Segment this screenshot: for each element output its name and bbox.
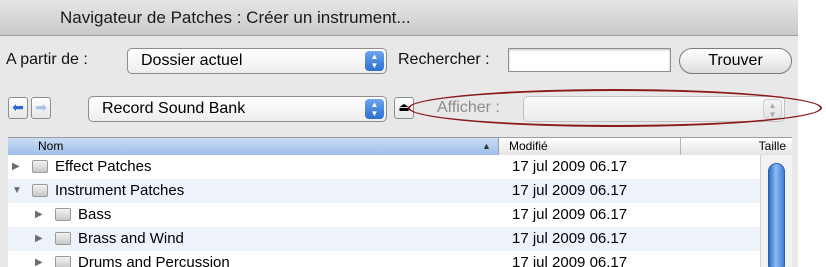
disclosure-collapsed-icon[interactable]: ▶: [35, 208, 43, 222]
search-label: Rechercher :: [398, 51, 490, 68]
list-item[interactable]: ▶ Brass and Wind 17 jul 2009 06.17: [8, 227, 760, 251]
from-popup[interactable]: Dossier actuel ▲ ▼: [127, 48, 387, 74]
forward-arrow-icon[interactable]: ➡: [31, 97, 51, 119]
back-arrow-icon[interactable]: ⬅: [8, 97, 28, 119]
sort-ascending-icon: ▲: [482, 141, 491, 151]
item-date: 17 jul 2009 06.17: [512, 206, 628, 223]
search-input[interactable]: [508, 48, 671, 72]
title-bar[interactable]: Navigateur de Patches : Créer un instrum…: [0, 0, 798, 36]
item-date: 17 jul 2009 06.17: [512, 230, 628, 247]
item-date: 17 jul 2009 06.17: [512, 254, 628, 267]
item-name: Drums and Percussion: [78, 254, 230, 267]
item-name: Instrument Patches: [55, 182, 185, 199]
list-item[interactable]: ▶ Bass 17 jul 2009 06.17: [8, 203, 760, 227]
list-item[interactable]: ▶ Drums and Percussion 17 jul 2009 06.17: [8, 251, 760, 267]
find-button[interactable]: Trouver: [679, 48, 792, 74]
from-popup-value: Dossier actuel: [141, 52, 243, 69]
list-item[interactable]: ▶ Effect Patches 17 jul 2009 06.17: [8, 155, 760, 179]
popup-stepper-icon: ▲ ▼: [365, 99, 384, 119]
popup-stepper-icon: ▲ ▼: [365, 51, 384, 71]
column-size-header[interactable]: Taille: [681, 138, 792, 155]
from-label: A partir de :: [6, 51, 88, 68]
location-popup[interactable]: Record Sound Bank ▲ ▼: [88, 96, 387, 122]
folder-icon: [32, 160, 48, 173]
folder-icon: [32, 184, 48, 197]
column-name-label: Nom: [38, 139, 64, 153]
column-modified-header[interactable]: Modifié: [499, 138, 681, 155]
annotation-oval: [408, 89, 822, 127]
folder-icon: [55, 232, 71, 245]
column-name-header[interactable]: Nom ▲: [8, 138, 499, 155]
location-popup-value: Record Sound Bank: [102, 100, 246, 117]
list-header: Nom ▲ Modifié Taille: [8, 137, 792, 156]
item-date: 17 jul 2009 06.17: [512, 158, 628, 175]
disclosure-collapsed-icon[interactable]: ▶: [12, 160, 20, 174]
disclosure-expanded-icon[interactable]: ▼: [12, 184, 22, 198]
item-date: 17 jul 2009 06.17: [512, 182, 628, 199]
item-name: Brass and Wind: [78, 230, 184, 247]
disclosure-collapsed-icon[interactable]: ▶: [35, 232, 43, 246]
vertical-scrollbar[interactable]: [760, 155, 792, 267]
window-title: Navigateur de Patches : Créer un instrum…: [60, 8, 411, 27]
file-list: ▶ Effect Patches 17 jul 2009 06.17 ▼ Ins…: [8, 155, 792, 267]
disclosure-collapsed-icon[interactable]: ▶: [35, 256, 43, 267]
item-name: Bass: [78, 206, 112, 223]
list-item[interactable]: ▼ Instrument Patches 17 jul 2009 06.17: [8, 179, 760, 203]
folder-icon: [55, 208, 71, 221]
folder-icon: [55, 256, 71, 267]
item-name: Effect Patches: [55, 158, 152, 175]
patch-browser-window: Navigateur de Patches : Créer un instrum…: [0, 0, 798, 267]
scrollbar-thumb[interactable]: [768, 163, 785, 267]
